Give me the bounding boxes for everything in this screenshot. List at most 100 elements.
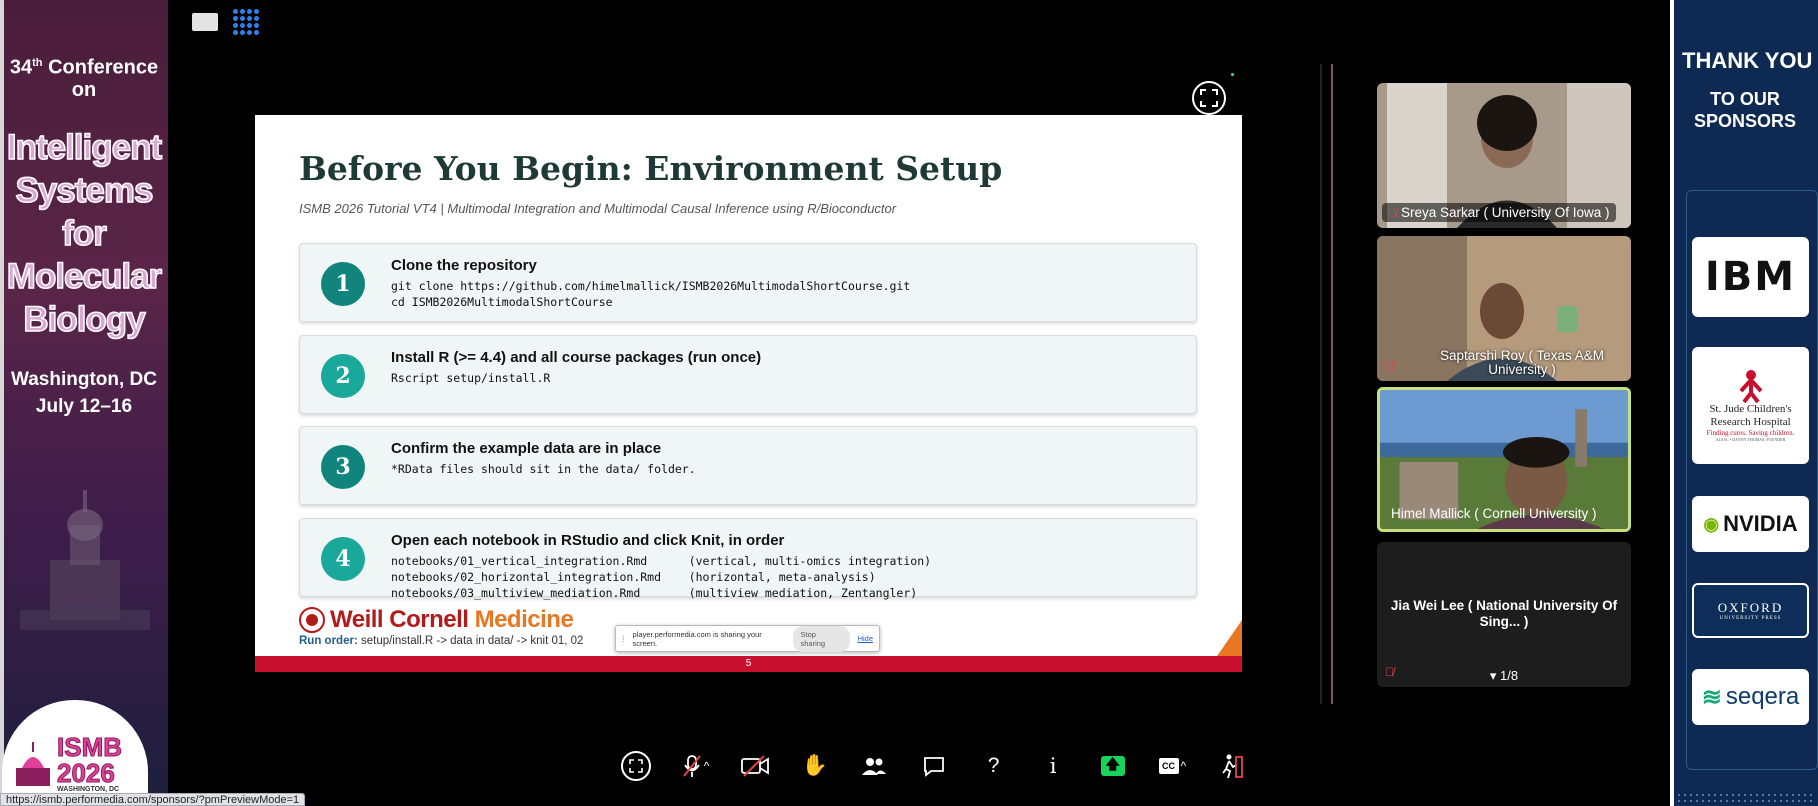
step-code: git clone https://github.com/himelmallic…	[391, 279, 911, 309]
logo-year: 2026	[57, 758, 116, 788]
sponsor-nvidia-logo[interactable]: ◉ NVIDIA	[1692, 496, 1809, 552]
microphone-muted-icon	[682, 755, 701, 777]
conf-suffix: th	[32, 57, 43, 69]
thanks-heading: THANK YOU	[1682, 48, 1813, 73]
banner-edge	[1670, 0, 1674, 806]
brand-weill-cornell: Weill Cornell	[330, 606, 469, 633]
screen-view-icon	[621, 751, 651, 781]
step-heading: Install R (>= 4.4) and all course packag…	[391, 349, 762, 366]
stop-sharing-button[interactable]: Stop sharing	[792, 625, 850, 652]
share-up-arrow-icon: 🡅	[1100, 756, 1125, 776]
title-line: Systems	[15, 170, 154, 211]
step-number: 3	[321, 445, 365, 489]
participant-tile[interactable]: 🎙̸ Sreya Sarkar ( University Of Iowa )	[1377, 83, 1631, 228]
conference-location: Washington, DC July 12–16	[4, 366, 164, 420]
hide-link[interactable]: Hide	[858, 634, 873, 643]
weill-cornell-wordmark: Weill Cornell Medicine	[330, 606, 574, 634]
setup-step: 4 Open each notebook in RStudio and clic…	[299, 518, 1197, 600]
captions-button[interactable]: CC ^	[1156, 750, 1188, 782]
fullscreen-button[interactable]	[1192, 81, 1226, 115]
conference-ordinal: 34th Conference on	[4, 52, 164, 101]
stjude-tagline: Finding cures. Saving children.	[1706, 429, 1795, 437]
step-heading: Confirm the example data are in place	[391, 440, 662, 457]
fullscreen-icon	[1200, 89, 1218, 107]
title-line: Biology	[23, 299, 147, 340]
pager-text: 1/8	[1500, 668, 1519, 683]
slide-footer: 5	[255, 656, 1242, 672]
chevron-up-icon[interactable]: ^	[704, 759, 710, 773]
slide-page-number: 5	[745, 658, 752, 669]
grid-view-icon[interactable]	[232, 8, 260, 36]
to-our-text: TO OUR	[1710, 89, 1780, 109]
leave-button[interactable]	[1216, 750, 1248, 782]
mic-muted-icon: 🎙̸	[1385, 359, 1394, 373]
ibm-wordmark: IBM	[1704, 254, 1797, 300]
meeting-toolbar: ^ ✋ ? i 🡅 CC ^	[620, 748, 1248, 784]
oxford-wordmark: OXFORD	[1717, 600, 1784, 615]
help-button[interactable]: ?	[978, 750, 1010, 782]
divider	[1320, 64, 1322, 704]
run-order-text: setup/install.R -> data in data/ -> knit…	[360, 635, 584, 647]
participant-tile[interactable]: Jia Wei Lee ( National University Of Sin…	[1377, 542, 1631, 687]
participant-name: Saptarshi Roy ( Texas A&M University )	[1439, 348, 1605, 377]
location-city: Washington, DC	[11, 369, 157, 390]
self-view-toggle-icon[interactable]	[192, 13, 218, 31]
oxford-subtitle: UNIVERSITY PRESS	[1719, 616, 1782, 621]
step-heading: Open each notebook in RStudio and click …	[391, 532, 785, 549]
title-line: Molecular	[6, 256, 163, 297]
camera-off-icon	[741, 755, 770, 777]
brand-medicine: Medicine	[474, 606, 574, 633]
meeting-stage: Before You Begin: Environment Setup ISMB…	[178, 0, 1656, 806]
stjude-name-1: St. Jude Children's	[1709, 403, 1792, 415]
step-code: notebooks/01_vertical_integration.Rmd (v…	[391, 554, 932, 600]
status-bar-url: https://ismb.performedia.com/sponsors/?p…	[0, 793, 306, 806]
participant-label: Himel Mallick ( Cornell University )	[1385, 504, 1603, 523]
people-icon	[862, 758, 887, 775]
slide-title: Before You Begin: Environment Setup	[299, 149, 1003, 188]
sponsor-oxford-logo[interactable]: OXFORD UNIVERSITY PRESS	[1692, 583, 1809, 638]
seqera-mark-icon: ≋	[1701, 683, 1722, 711]
share-screen-button[interactable]: 🡅	[1097, 750, 1129, 782]
stjude-child-icon	[1739, 370, 1762, 403]
chevron-up-icon[interactable]: ^	[1181, 759, 1187, 773]
hand-icon: ✋	[801, 754, 828, 777]
run-order-label: Run order:	[299, 635, 358, 647]
divider	[1331, 64, 1333, 704]
stjude-founder: ALSAC • DANNY THOMAS, FOUNDER	[1715, 437, 1786, 442]
camera-button[interactable]	[739, 750, 771, 782]
drag-handle-icon[interactable]: ⁞	[622, 634, 625, 644]
screen-view-button[interactable]	[620, 750, 652, 782]
info-icon: i	[1049, 754, 1057, 778]
raise-hand-button[interactable]: ✋	[799, 750, 831, 782]
chat-button[interactable]	[918, 750, 950, 782]
participant-name: Jia Wei Lee ( National University Of Sin…	[1390, 598, 1618, 629]
setup-step: 3 Confirm the example data are in place …	[299, 426, 1197, 505]
sponsor-stjude-logo[interactable]: St. Jude Children's Research Hospital Fi…	[1692, 347, 1809, 464]
participant-name: Sreya Sarkar ( University Of Iowa )	[1401, 205, 1610, 220]
participant-pager[interactable]: ▾ 1/8	[1377, 668, 1631, 684]
sponsors-text: SPONSORS	[1693, 111, 1797, 131]
info-button[interactable]: i	[1037, 750, 1069, 782]
step-number: 2	[321, 354, 365, 398]
microphone-button[interactable]: ^	[680, 750, 712, 782]
participant-name: Himel Mallick ( Cornell University )	[1391, 506, 1597, 521]
participant-tile[interactable]: 🎙̸ Saptarshi Roy ( Texas A&M University …	[1377, 236, 1631, 381]
sponsor-ibm-logo[interactable]: IBM	[1692, 237, 1809, 317]
logo-city: WASHINGTON, DC	[57, 786, 120, 793]
sponsors-heading: TO OUR SPONSORS	[1682, 88, 1808, 132]
top-controls	[192, 8, 260, 36]
participants-button[interactable]	[858, 750, 890, 782]
capitol-illustration	[20, 490, 150, 630]
screen: 34th Conference on Intelligent Systems f…	[0, 0, 1818, 806]
nvidia-wordmark: NVIDIA	[1723, 511, 1798, 536]
capitol-dome-icon	[16, 742, 50, 786]
logo-ismb: ISMB	[57, 732, 123, 762]
participant-tile-active-speaker[interactable]: Himel Mallick ( Cornell University )	[1377, 387, 1631, 532]
chat-icon	[924, 757, 944, 777]
chevron-down-icon[interactable]: ▾	[1490, 668, 1497, 683]
cc-icon: CC	[1158, 758, 1179, 774]
step-heading: Clone the repository	[391, 257, 537, 274]
step-number: 1	[321, 262, 365, 306]
sponsor-banner-right: THANK YOU TO OUR SPONSORS IBM St. Jude C…	[1670, 0, 1818, 806]
sponsor-seqera-logo[interactable]: ≋ seqera	[1692, 669, 1809, 725]
